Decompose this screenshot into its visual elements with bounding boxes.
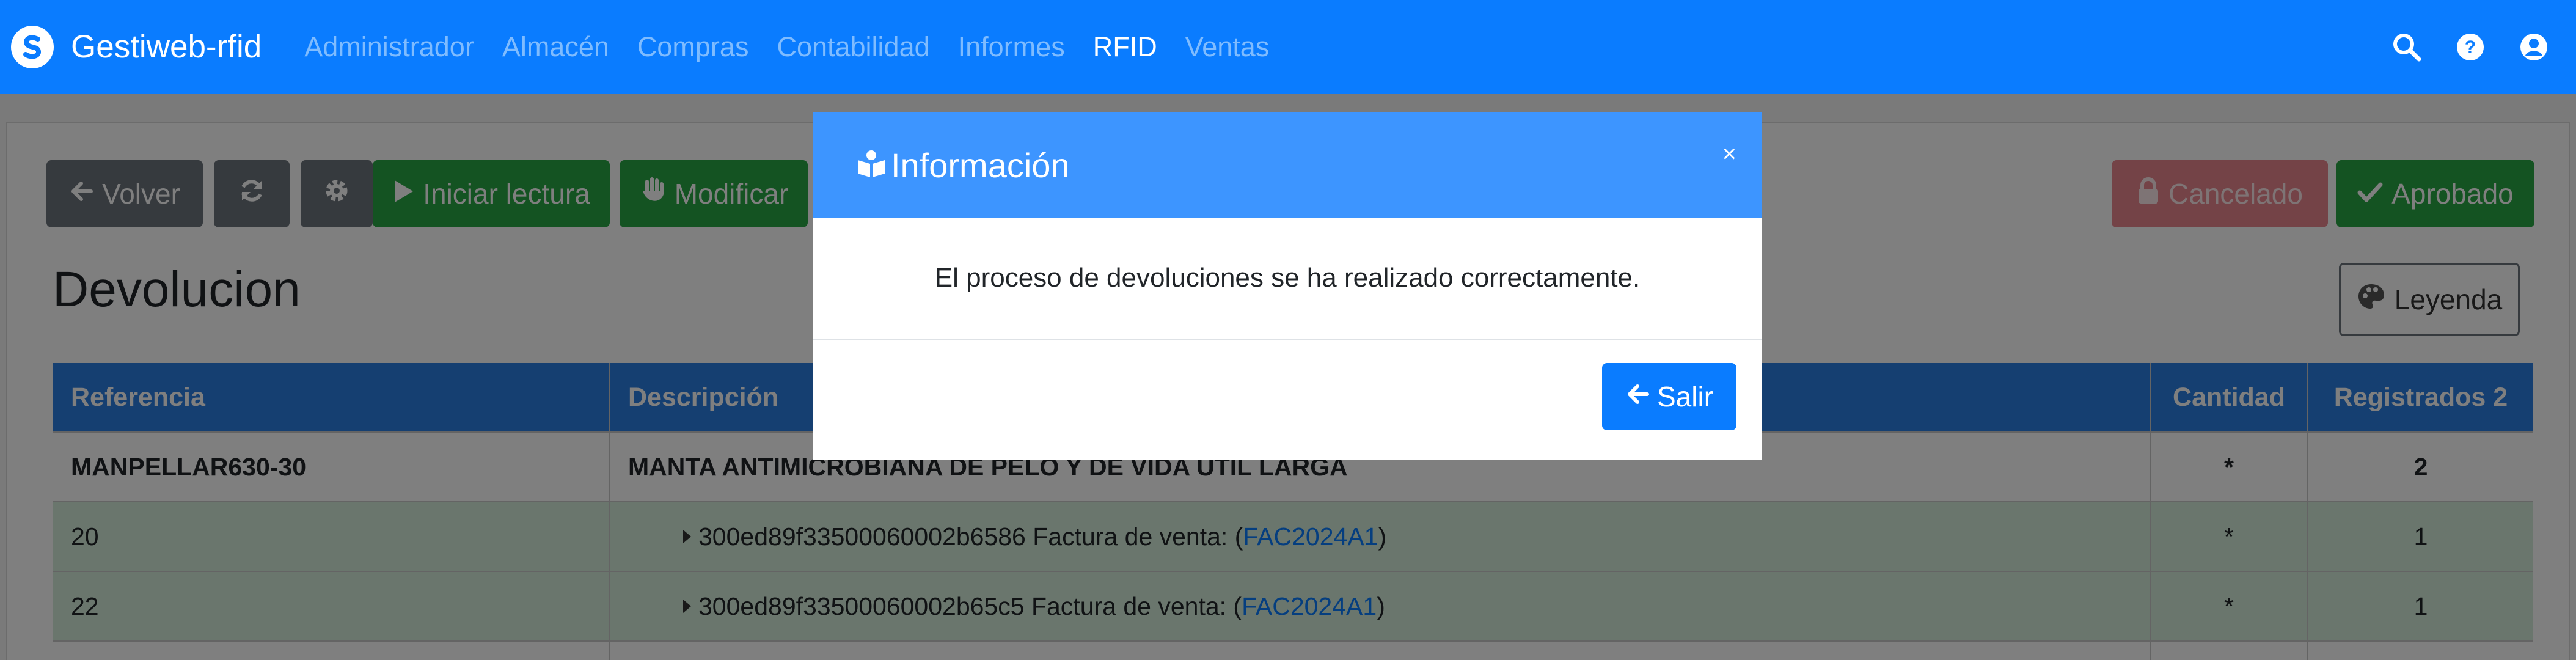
- brand-name: Gestiweb-rfid: [71, 29, 262, 65]
- svg-text:?: ?: [2465, 37, 2476, 57]
- brand[interactable]: Gestiweb-rfid: [11, 25, 262, 68]
- user-icon[interactable]: [2516, 29, 2552, 65]
- brand-logo-icon: [11, 25, 54, 68]
- modal-footer: Salir: [813, 340, 1762, 460]
- menu-item-administrador[interactable]: Administrador: [304, 31, 474, 63]
- help-icon[interactable]: ?: [2453, 29, 2488, 65]
- top-navbar: Gestiweb-rfid Administrador Almacén Comp…: [0, 0, 2576, 94]
- exit-button-label: Salir: [1656, 381, 1714, 413]
- modal-message: El proceso de devoluciones se ha realiza…: [813, 218, 1762, 340]
- search-icon[interactable]: [2389, 29, 2424, 65]
- exit-button[interactable]: Salir: [1602, 363, 1736, 430]
- navbar-icons: ?: [2389, 0, 2552, 94]
- menu-item-contabilidad[interactable]: Contabilidad: [777, 31, 929, 63]
- modal-title: Información: [891, 145, 1070, 185]
- arrow-left-icon: [1625, 380, 1650, 413]
- close-icon[interactable]: ×: [1722, 141, 1736, 168]
- menu-item-informes[interactable]: Informes: [958, 31, 1065, 63]
- main-menu: Administrador Almacén Compras Contabilid…: [304, 31, 1297, 63]
- menu-item-almacen[interactable]: Almacén: [502, 31, 609, 63]
- modal-header: Información ×: [813, 112, 1762, 218]
- menu-item-ventas[interactable]: Ventas: [1185, 31, 1270, 63]
- menu-item-rfid[interactable]: RFID: [1093, 31, 1157, 63]
- info-modal: Información × El proceso de devoluciones…: [813, 112, 1762, 460]
- book-reader-icon: [855, 149, 887, 182]
- menu-item-compras[interactable]: Compras: [637, 31, 749, 63]
